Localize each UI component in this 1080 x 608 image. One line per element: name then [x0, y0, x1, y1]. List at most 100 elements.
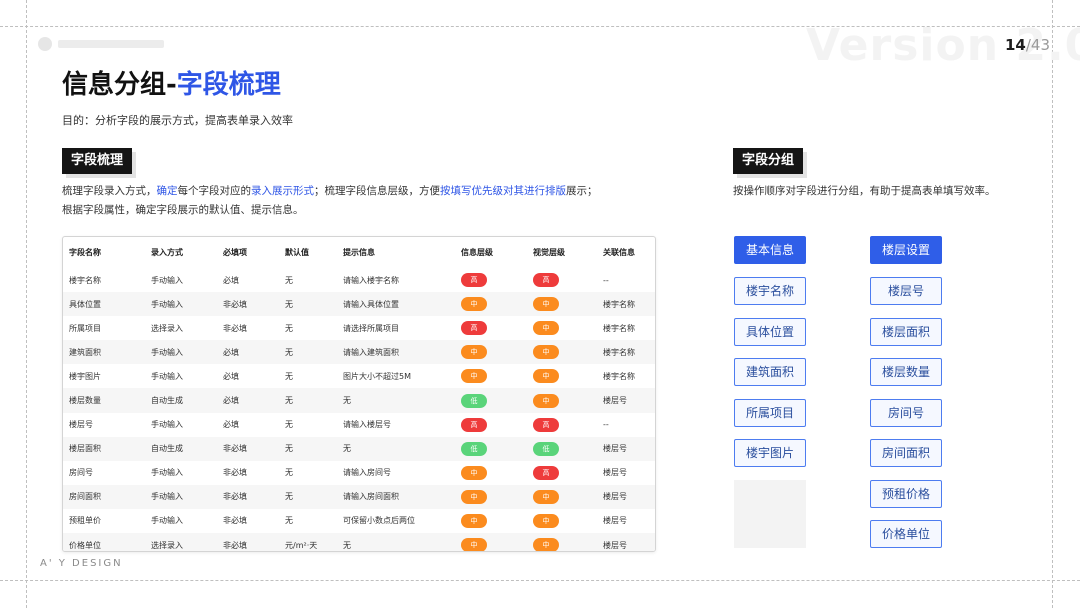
desc-highlight: 确定 — [156, 185, 178, 197]
table-cell-default: 无 — [285, 275, 293, 285]
table-cell-hint: 请输入房间面积 — [337, 484, 455, 509]
table-header-row: 字段名称 录入方式 必填项 默认值 提示信息 信息层级 视觉层级 关联信息 — [63, 237, 655, 268]
table-cell-name: 预租单价 — [69, 516, 101, 526]
field-chip[interactable]: 预租价格 — [870, 479, 942, 508]
table-row: 价格单位 选择录入 非必填 元/m²·天无中中楼层号 — [63, 533, 655, 551]
table-cell-hint: 请输入房间号 — [343, 468, 391, 478]
field-chip[interactable]: 楼层数量 — [870, 358, 942, 386]
level-badge: 中 — [461, 369, 487, 384]
table-cell-required: 非必填 — [223, 468, 247, 478]
field-chip[interactable]: 价格单位 — [870, 520, 942, 548]
table-cell-hint: 请输入具体位置 — [337, 292, 455, 317]
table-row: 房间号 手动输入 非必填 无 请输入房间号 中 高 楼层号 — [63, 461, 655, 485]
table-row: 楼宇名称 手动输入 必填 无 请输入楼宇名称 高 高 -- — [63, 268, 655, 292]
table-cell-mode: 手动输入 — [145, 292, 217, 317]
level-badge: 高 — [533, 417, 559, 432]
desc-text: 展示； — [566, 185, 598, 197]
column-header: 视觉层级 — [533, 248, 565, 257]
table-cell-hint: 无 — [337, 388, 455, 413]
logo-wordmark — [58, 40, 164, 48]
table-cell-hint: 请输入楼宇名称 — [343, 275, 399, 285]
table-cell-required: 必填 — [223, 420, 239, 430]
table-cell-hint: 图片大小不超过5M — [343, 371, 411, 381]
table-cell-default: 无 — [279, 340, 337, 365]
brand-logo — [38, 37, 164, 51]
table-cell-info: 高 — [455, 268, 527, 292]
table-cell-default: 无 — [285, 516, 293, 526]
table-cell-mode: 手动输入 — [151, 468, 183, 478]
field-chip[interactable]: 房间号 — [870, 398, 942, 427]
table-cell-info: 高 — [455, 316, 527, 340]
table-cell-mode: 选择录入 — [145, 533, 217, 551]
table-cell-name: 楼层号 — [69, 420, 93, 430]
table-cell-hint: 请输入楼层号 — [343, 420, 391, 430]
table-cell-info: 中 — [455, 292, 527, 317]
table-cell-visual: 低 — [527, 436, 597, 461]
table-cell-default: 无 — [285, 323, 293, 333]
table-cell-info: 低 — [455, 436, 527, 461]
table-cell-name: 具体位置 — [63, 292, 145, 317]
table-cell-related: -- — [603, 275, 609, 285]
field-table: 字段名称 录入方式 必填项 默认值 提示信息 信息层级 视觉层级 关联信息 楼宇名称 手动输入必… — [63, 237, 655, 551]
table-cell-default: 元/m²·天 — [279, 533, 337, 551]
table-cell-related: 楼层号 — [603, 468, 627, 478]
level-badge: 中 — [461, 297, 487, 312]
table-cell-required: 非必填 — [217, 484, 279, 509]
table-cell-info: 中 — [455, 509, 527, 533]
field-chip[interactable]: 建筑面积 — [734, 358, 806, 386]
field-chip[interactable]: 房间面积 — [870, 439, 942, 467]
field-chip[interactable]: 楼宇图片 — [734, 439, 806, 467]
empty-placeholder — [734, 480, 806, 548]
field-chip[interactable]: 楼层面积 — [870, 317, 942, 346]
table-row: 所属项目 选择录入 非必填 无 请选择所属项目 高 中 楼宇名称 — [63, 316, 655, 340]
table-cell-related: -- — [603, 420, 609, 430]
table-cell-name: 楼宇名称 — [69, 275, 101, 285]
table-cell-visual: 中 — [527, 388, 597, 413]
table-cell-info: 中 — [455, 533, 527, 551]
column-header: 字段名称 — [69, 248, 101, 257]
field-chip[interactable]: 具体位置 — [734, 317, 806, 346]
table-row: 具体位置 手动输入 非必填无请输入具体位置中中楼宇名称 — [63, 292, 655, 317]
table-cell-visual: 中 — [527, 533, 597, 551]
table-cell-name: 楼层数量 — [63, 388, 145, 413]
field-chip[interactable]: 所属项目 — [734, 398, 806, 427]
table-cell-name: 房间号 — [69, 468, 93, 478]
desc-highlight: 录入展示形式 — [251, 185, 314, 197]
field-chip[interactable]: 楼宇名称 — [734, 277, 806, 305]
table-cell-related: 楼宇名称 — [603, 371, 635, 381]
description-line-1: 梳理字段录入方式，确定每个字段对应的录入展示形式；梳理字段信息层级，方便按填写优… — [62, 182, 598, 201]
table-cell-info: 中 — [455, 364, 527, 388]
level-badge: 中 — [461, 345, 487, 360]
table-cell-mode: 手动输入 — [151, 371, 183, 381]
table-cell-default: 无 — [285, 420, 293, 430]
level-badge: 中 — [533, 297, 559, 312]
table-cell-mode: 自动生成 — [145, 388, 217, 413]
table-cell-related: 楼层号 — [597, 533, 655, 551]
table-cell-visual: 中 — [527, 509, 597, 533]
table-cell-name: 楼层面积 — [63, 436, 145, 461]
table-row: 楼层数量 自动生成 必填无无低中楼层号 — [63, 388, 655, 413]
field-chip[interactable]: 楼层号 — [870, 277, 942, 305]
table-cell-name: 价格单位 — [63, 533, 145, 551]
table-cell-default: 无 — [285, 371, 293, 381]
page-subtitle: 目的：分析字段的展示方式，提高表单录入效率 — [62, 114, 293, 127]
section-badge-field-group: 字段分组 — [733, 148, 808, 178]
table-cell-hint: 可保留小数点后两位 — [343, 516, 415, 526]
table-cell-required: 非必填 — [223, 516, 247, 526]
table-row: 建筑面积 手动输入 必填无请输入建筑面积中中楼宇名称 — [63, 340, 655, 365]
table-cell-default: 无 — [279, 292, 337, 317]
table-cell-required: 非必填 — [223, 323, 247, 333]
group-header-floor-settings[interactable]: 楼层设置 — [870, 236, 942, 264]
table-cell-related: 楼层号 — [603, 516, 627, 526]
level-badge: 低 — [461, 393, 487, 408]
column-header: 录入方式 — [151, 248, 183, 257]
desc-text: ；梳理字段信息层级，方便 — [314, 185, 440, 197]
level-badge: 中 — [533, 538, 559, 551]
table-cell-visual: 中 — [527, 292, 597, 317]
table-cell-required: 非必填 — [217, 533, 279, 551]
page-title-accent: 字段梳理 — [176, 70, 281, 100]
level-badge: 高 — [461, 321, 487, 336]
group-header-basic-info[interactable]: 基本信息 — [734, 236, 806, 264]
table-cell-mode: 手动输入 — [151, 275, 183, 285]
desc-highlight: 按填写优先级对其进行排版 — [440, 185, 566, 197]
